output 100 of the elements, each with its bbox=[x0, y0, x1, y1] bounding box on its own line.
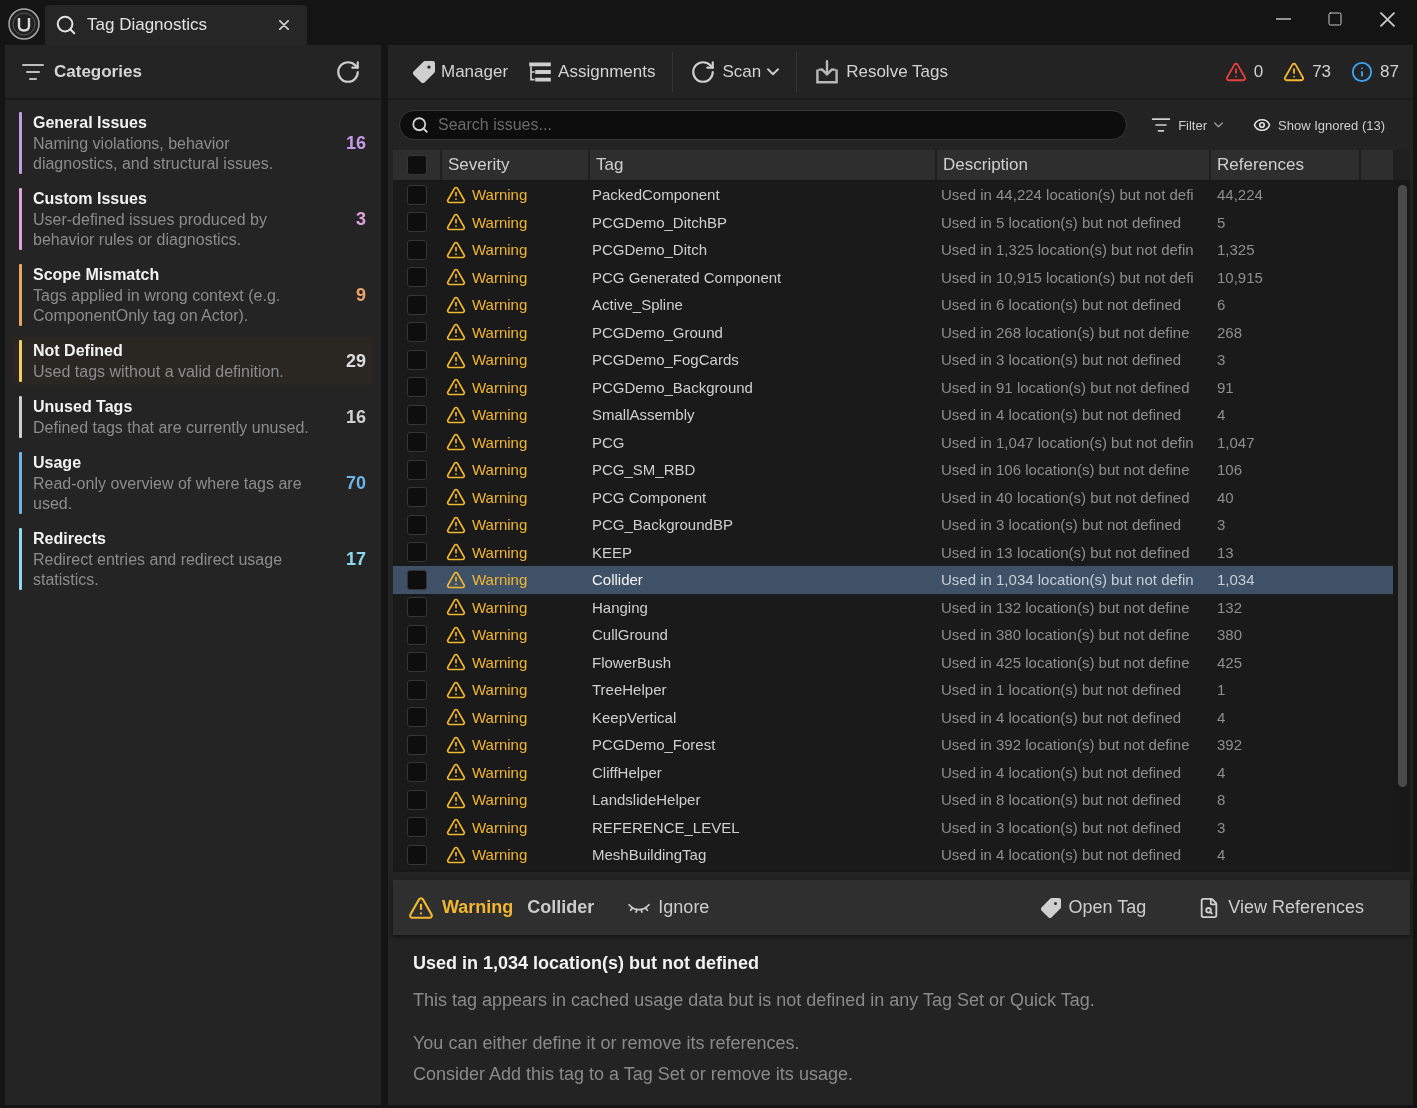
description-cell-text: Used in 1,325 location(s) but not defin bbox=[940, 241, 1195, 259]
category-item[interactable]: Scope Mismatch Tags applied in wrong context (e.g. ComponentOnly tag on Actor). 9 bbox=[13, 261, 373, 329]
scrollbar-thumb[interactable] bbox=[1398, 185, 1407, 787]
references-cell-text: 1,047 bbox=[1216, 433, 1256, 451]
row-checkbox[interactable] bbox=[406, 597, 427, 618]
row-checkbox[interactable] bbox=[406, 294, 427, 315]
row-checkbox[interactable] bbox=[406, 514, 427, 535]
references-cell-text: 106 bbox=[1216, 461, 1244, 479]
toolbar-button[interactable]: Assignments bbox=[520, 54, 664, 89]
warning-icon bbox=[446, 294, 466, 315]
row-checkbox[interactable] bbox=[406, 377, 427, 398]
category-item[interactable]: Usage Read-only overview of where tags are used. 70 bbox=[13, 449, 373, 517]
description-cell-text: Used in 3 location(s) but not defined bbox=[940, 516, 1183, 534]
tag-icon bbox=[413, 60, 435, 83]
action-button[interactable]: Open Tag bbox=[1034, 893, 1153, 922]
row-checkbox[interactable] bbox=[406, 734, 427, 755]
row-checkbox[interactable] bbox=[406, 349, 427, 370]
row-checkbox[interactable] bbox=[406, 322, 427, 343]
description-cell-text: Used in 380 location(s) but not define bbox=[940, 626, 1191, 644]
row-checkbox[interactable] bbox=[406, 652, 427, 673]
refresh-icon[interactable] bbox=[335, 58, 361, 85]
references-cell-text: 40 bbox=[1216, 488, 1235, 506]
row-checkbox[interactable] bbox=[406, 817, 427, 838]
tray-arrow-icon bbox=[814, 59, 841, 84]
refresh-icon bbox=[690, 58, 717, 85]
category-count: 17 bbox=[345, 548, 366, 570]
references-cell-text: 425 bbox=[1216, 653, 1244, 671]
document-tab[interactable]: Tag Diagnostics bbox=[45, 5, 307, 45]
toolbar-button[interactable]: Resolve Tags bbox=[806, 53, 956, 90]
search-field[interactable]: Search issues... bbox=[399, 110, 1128, 140]
row-checkbox[interactable] bbox=[406, 762, 427, 783]
row-checkbox[interactable] bbox=[406, 487, 427, 508]
tag-cell-text: TreeHelper bbox=[591, 681, 668, 699]
category-description: Naming violations, behavior diagnostics, and structural issues. bbox=[33, 134, 275, 174]
description-cell-text: Used in 425 location(s) but not define bbox=[940, 653, 1191, 671]
references-cell-text: 6 bbox=[1216, 296, 1227, 314]
action-button[interactable]: View References bbox=[1192, 892, 1370, 923]
column-header[interactable]: References bbox=[1211, 150, 1359, 180]
row-checkbox[interactable] bbox=[406, 212, 427, 233]
references-cell-text: 1,034 bbox=[1216, 571, 1256, 589]
filter-icon bbox=[1151, 115, 1172, 135]
severity-label: Warning bbox=[472, 241, 528, 259]
row-checkbox[interactable] bbox=[406, 267, 427, 288]
tag-cell-text: PCG bbox=[591, 433, 626, 451]
column-header[interactable]: Severity bbox=[442, 150, 588, 180]
references-cell-text: 4 bbox=[1216, 708, 1227, 726]
column-header[interactable]: Tag bbox=[590, 150, 935, 180]
show-ignored-toggle[interactable]: Show Ignored (13) bbox=[1247, 112, 1391, 138]
filter-button[interactable]: Filter bbox=[1145, 111, 1230, 139]
category-item[interactable]: Not Defined Used tags without a valid definition. 29 bbox=[13, 337, 373, 385]
row-checkbox[interactable] bbox=[406, 542, 427, 563]
description-cell-text: Used in 40 location(s) but not defined bbox=[940, 488, 1191, 506]
description-cell-text: Used in 10,915 location(s) but not defi bbox=[940, 268, 1195, 286]
category-item[interactable]: Redirects Redirect entries and redirect usage statistics. 17 bbox=[13, 525, 373, 593]
toolbar-button[interactable]: Scan bbox=[682, 52, 788, 91]
category-title: Scope Mismatch bbox=[33, 265, 161, 285]
logo-icon bbox=[8, 8, 40, 40]
toolbar-button[interactable]: Manager bbox=[405, 54, 517, 89]
column-header[interactable]: Description bbox=[937, 150, 1209, 180]
tag-cell-text: CullGround bbox=[591, 626, 669, 644]
search-icon bbox=[55, 14, 77, 36]
description-cell-text: Used in 1,047 location(s) but not defin bbox=[940, 433, 1195, 451]
ignore-button[interactable]: Ignore bbox=[622, 893, 716, 922]
category-item[interactable]: Custom Issues User-defined issues produced by behavior rules or diagnostics. 3 bbox=[13, 185, 373, 253]
tag-cell-text: LandslideHelper bbox=[591, 791, 702, 809]
row-checkbox[interactable] bbox=[406, 707, 427, 728]
row-checkbox[interactable] bbox=[406, 239, 427, 260]
row-checkbox[interactable] bbox=[406, 569, 427, 590]
severity-label: Warning bbox=[472, 626, 528, 644]
row-checkbox[interactable] bbox=[406, 624, 427, 645]
severity-label: Warning bbox=[472, 791, 528, 809]
references-cell-text: 4 bbox=[1216, 846, 1227, 864]
description-cell-text: Used in 106 location(s) but not define bbox=[940, 461, 1191, 479]
tag-cell-text: MeshBuildingTag bbox=[591, 846, 708, 864]
category-description: Redirect entries and redirect usage statistics. bbox=[33, 550, 284, 590]
row-checkbox[interactable] bbox=[406, 679, 427, 700]
warning-icon bbox=[1224, 60, 1247, 83]
category-item[interactable]: Unused Tags Defined tags that are currently unused. 16 bbox=[13, 393, 373, 441]
closed-eye-icon bbox=[628, 902, 651, 913]
severity-label: Warning bbox=[472, 736, 528, 754]
close-icon[interactable] bbox=[279, 20, 289, 30]
row-checkbox[interactable] bbox=[406, 404, 427, 425]
category-count: 16 bbox=[345, 406, 366, 428]
severity-label: Warning bbox=[472, 406, 528, 424]
category-item[interactable]: General Issues Naming violations, behavior diagnostics, and structural issues. 16 bbox=[13, 109, 373, 177]
row-checkbox[interactable] bbox=[406, 844, 427, 865]
close-icon bbox=[1379, 11, 1395, 27]
tag-icon bbox=[1040, 897, 1061, 918]
severity-label: Warning bbox=[472, 598, 528, 616]
row-checkbox[interactable] bbox=[406, 184, 427, 205]
references-cell-text: 4 bbox=[1216, 763, 1227, 781]
table-row[interactable]: Warning Collider Used in 1,034 location(s) but not defin 1,034 bbox=[393, 566, 1393, 594]
category-title: Not Defined bbox=[33, 341, 124, 361]
row-checkbox[interactable] bbox=[406, 459, 427, 480]
detail-title: Used in 1,034 location(s) but not defined bbox=[413, 952, 761, 975]
search-icon bbox=[411, 116, 429, 134]
row-checkbox[interactable] bbox=[406, 432, 427, 453]
references-cell-text: 5 bbox=[1216, 213, 1227, 231]
select-all-checkbox[interactable] bbox=[406, 155, 427, 175]
row-checkbox[interactable] bbox=[406, 789, 427, 810]
